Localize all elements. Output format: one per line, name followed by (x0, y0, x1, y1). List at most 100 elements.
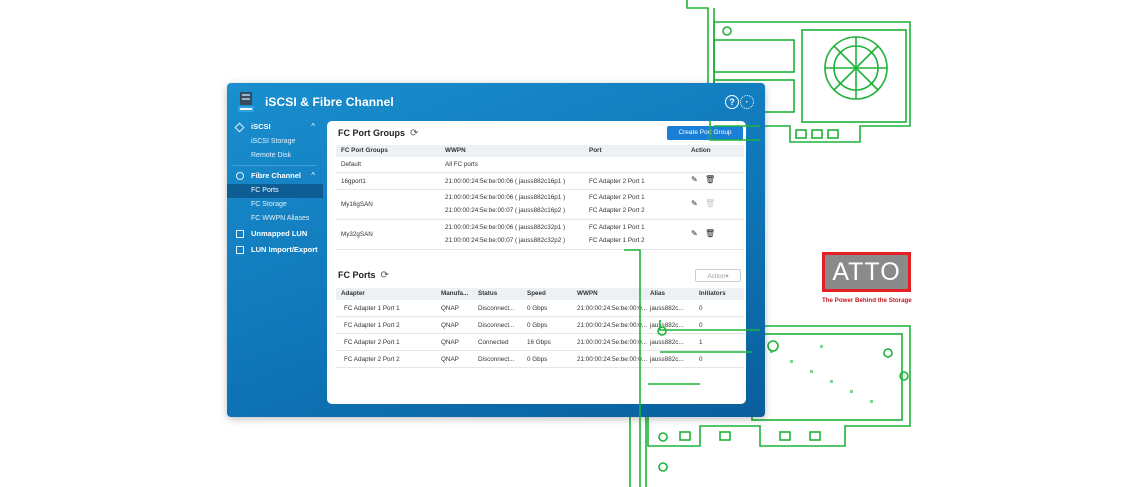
table-row[interactable]: My16gSAN 21:00:00:24:5e:be:00:06 ( jauss… (336, 190, 744, 220)
table-header: FC Port Groups WWPN Port Action (336, 145, 744, 157)
speed: 16 Gbps (527, 339, 551, 346)
atto-logo: ATTO (822, 252, 911, 292)
fibre-channel-icon (236, 172, 244, 180)
speed: 0 Gbps (527, 356, 548, 363)
import-export-icon (236, 246, 244, 254)
column-header: Action (691, 147, 711, 154)
sidebar-item-fc-wwpn-aliases[interactable]: FC WWPN Aliases (227, 212, 323, 226)
initiators: 1 (699, 339, 703, 346)
trash-icon[interactable]: 🗑 (705, 175, 715, 184)
fc-ports-title: FC Ports ⟳ (338, 270, 389, 281)
create-port-group-button[interactable]: Create Port Group (667, 126, 743, 140)
group-name: My32gSAN (341, 231, 373, 238)
edit-icon[interactable]: ✎ (691, 199, 698, 208)
status: Connected (478, 339, 509, 346)
wwpn: 21:00:00:24:5e:be:00:0... (577, 322, 648, 329)
adapter-name: FC Adapter 2 Port 2 (344, 356, 400, 363)
edit-icon[interactable]: ✎ (691, 229, 698, 238)
section-title: FC Port Groups (338, 128, 405, 138)
status: Disconnect... (478, 356, 515, 363)
port-value: FC Adapter 2 Port 2 (589, 207, 645, 214)
atto-logo-text: ATTO (832, 258, 901, 286)
iscsi-icon (234, 122, 245, 133)
column-header[interactable]: WWPN (445, 145, 466, 157)
wwpn-value: 21:00:00:24:5e:be:00:06 ( jauss882c16p1 … (445, 178, 566, 185)
column-header[interactable]: Adapter (341, 288, 365, 300)
speed: 0 Gbps (527, 322, 548, 329)
chevron-up-icon[interactable]: ^ (311, 119, 315, 135)
sidebar-group-label: Fibre Channel (251, 171, 302, 180)
sidebar-group-label: iSCSI (251, 122, 271, 131)
settings-gear-icon[interactable]: · (740, 95, 754, 109)
app-window: iSCSI & Fibre Channel ? · iSCSI ^ iSCSI … (227, 83, 765, 417)
sidebar-item-iscsi-storage[interactable]: iSCSI Storage (227, 135, 323, 149)
title-bar: iSCSI & Fibre Channel ? · (227, 83, 765, 119)
sidebar-group-iscsi[interactable]: iSCSI ^ (227, 119, 323, 135)
sidebar-item-fc-storage[interactable]: FC Storage (227, 198, 323, 212)
sidebar-item-remote-disk[interactable]: Remote Disk (227, 149, 323, 163)
trash-icon[interactable]: 🗑 (705, 229, 715, 238)
status: Disconnect... (478, 305, 515, 312)
alias: jauss882c... (650, 305, 684, 312)
sidebar-group-lun-import-export[interactable]: LUN Import/Export (227, 242, 323, 258)
column-header[interactable]: Status (478, 288, 497, 300)
table-row[interactable]: My32gSAN 21:00:00:24:5e:be:00:06 ( jauss… (336, 220, 744, 250)
adapter-name: FC Adapter 1 Port 2 (344, 322, 400, 329)
group-name: 16gport1 (341, 178, 366, 185)
table-row[interactable]: FC Adapter 2 Port 1 QNAP Connected 16 Gb… (336, 334, 744, 351)
port-value: FC Adapter 1 Port 2 (589, 237, 645, 244)
alias: jauss882c... (650, 339, 684, 346)
app-title: iSCSI & Fibre Channel (265, 95, 394, 109)
column-header[interactable]: Alias (650, 288, 665, 300)
manufacturer: QNAP (441, 339, 459, 346)
group-name: Default (341, 161, 361, 168)
atto-logo-box: ATTO (825, 255, 908, 289)
section-title: FC Ports (338, 270, 376, 280)
adapter-name: FC Adapter 1 Port 1 (344, 305, 400, 312)
column-header[interactable]: Manufa... (441, 288, 468, 300)
atto-tagline: The Power Behind the Storage (822, 297, 912, 304)
status: Disconnect... (478, 322, 515, 329)
help-icon[interactable]: ? (725, 95, 739, 109)
port-groups-table: FC Port Groups WWPN Port Action Default … (336, 145, 744, 250)
refresh-icon[interactable]: ⟳ (381, 270, 389, 281)
column-header[interactable]: WWPN (577, 288, 598, 300)
sidebar-group-label: LUN Import/Export (251, 245, 318, 254)
group-name: My16gSAN (341, 201, 373, 208)
sidebar-item-fc-ports[interactable]: FC Ports (227, 184, 323, 198)
alias: jauss882c... (650, 356, 684, 363)
column-header[interactable]: Initiators (699, 288, 726, 300)
sidebar-group-fibre-channel[interactable]: Fibre Channel ^ (227, 168, 323, 184)
table-row[interactable]: 16gport1 21:00:00:24:5e:be:00:06 ( jauss… (336, 173, 744, 190)
table-header: Adapter Manufa... Status Speed WWPN Alia… (336, 288, 744, 300)
sidebar-group-unmapped-lun[interactable]: Unmapped LUN (227, 226, 323, 242)
lun-icon (236, 230, 244, 238)
fc-ports-table: Adapter Manufa... Status Speed WWPN Alia… (336, 288, 744, 368)
refresh-icon[interactable]: ⟳ (410, 128, 418, 139)
column-header[interactable]: FC Port Groups (341, 145, 388, 157)
table-row[interactable]: Default All FC ports (336, 157, 744, 173)
initiators: 0 (699, 356, 703, 363)
table-row[interactable]: FC Adapter 2 Port 2 QNAP Disconnect... 0… (336, 351, 744, 368)
column-header[interactable]: Speed (527, 288, 546, 300)
wwpn: 21:00:00:24:5e:be:00:0... (577, 305, 648, 312)
column-header[interactable]: Port (589, 145, 602, 157)
speed: 0 Gbps (527, 305, 548, 312)
port-groups-title: FC Port Groups ⟳ (338, 128, 418, 139)
wwpn: 21:00:00:24:5e:be:00:0... (577, 339, 648, 346)
manufacturer: QNAP (441, 305, 459, 312)
table-row[interactable]: FC Adapter 1 Port 1 QNAP Disconnect... 0… (336, 300, 744, 317)
wwpn-value: 21:00:00:24:5e:be:00:07 ( jauss882c16p2 … (445, 207, 566, 214)
action-dropdown-button[interactable]: Action▾ (695, 269, 741, 282)
manufacturer: QNAP (441, 356, 459, 363)
port-value: FC Adapter 2 Port 1 (589, 194, 645, 201)
edit-icon[interactable]: ✎ (691, 175, 698, 184)
trash-icon: 🗑 (705, 199, 716, 208)
table-row[interactable]: FC Adapter 1 Port 2 QNAP Disconnect... 0… (336, 317, 744, 334)
adapter-name: FC Adapter 2 Port 1 (344, 339, 400, 346)
sidebar-group-label: Unmapped LUN (251, 229, 308, 238)
initiators: 0 (699, 305, 703, 312)
initiators: 0 (699, 322, 703, 329)
chevron-up-icon[interactable]: ^ (311, 168, 315, 184)
wwpn-value: 21:00:00:24:5e:be:00:06 ( jauss882c16p1 … (445, 194, 566, 201)
